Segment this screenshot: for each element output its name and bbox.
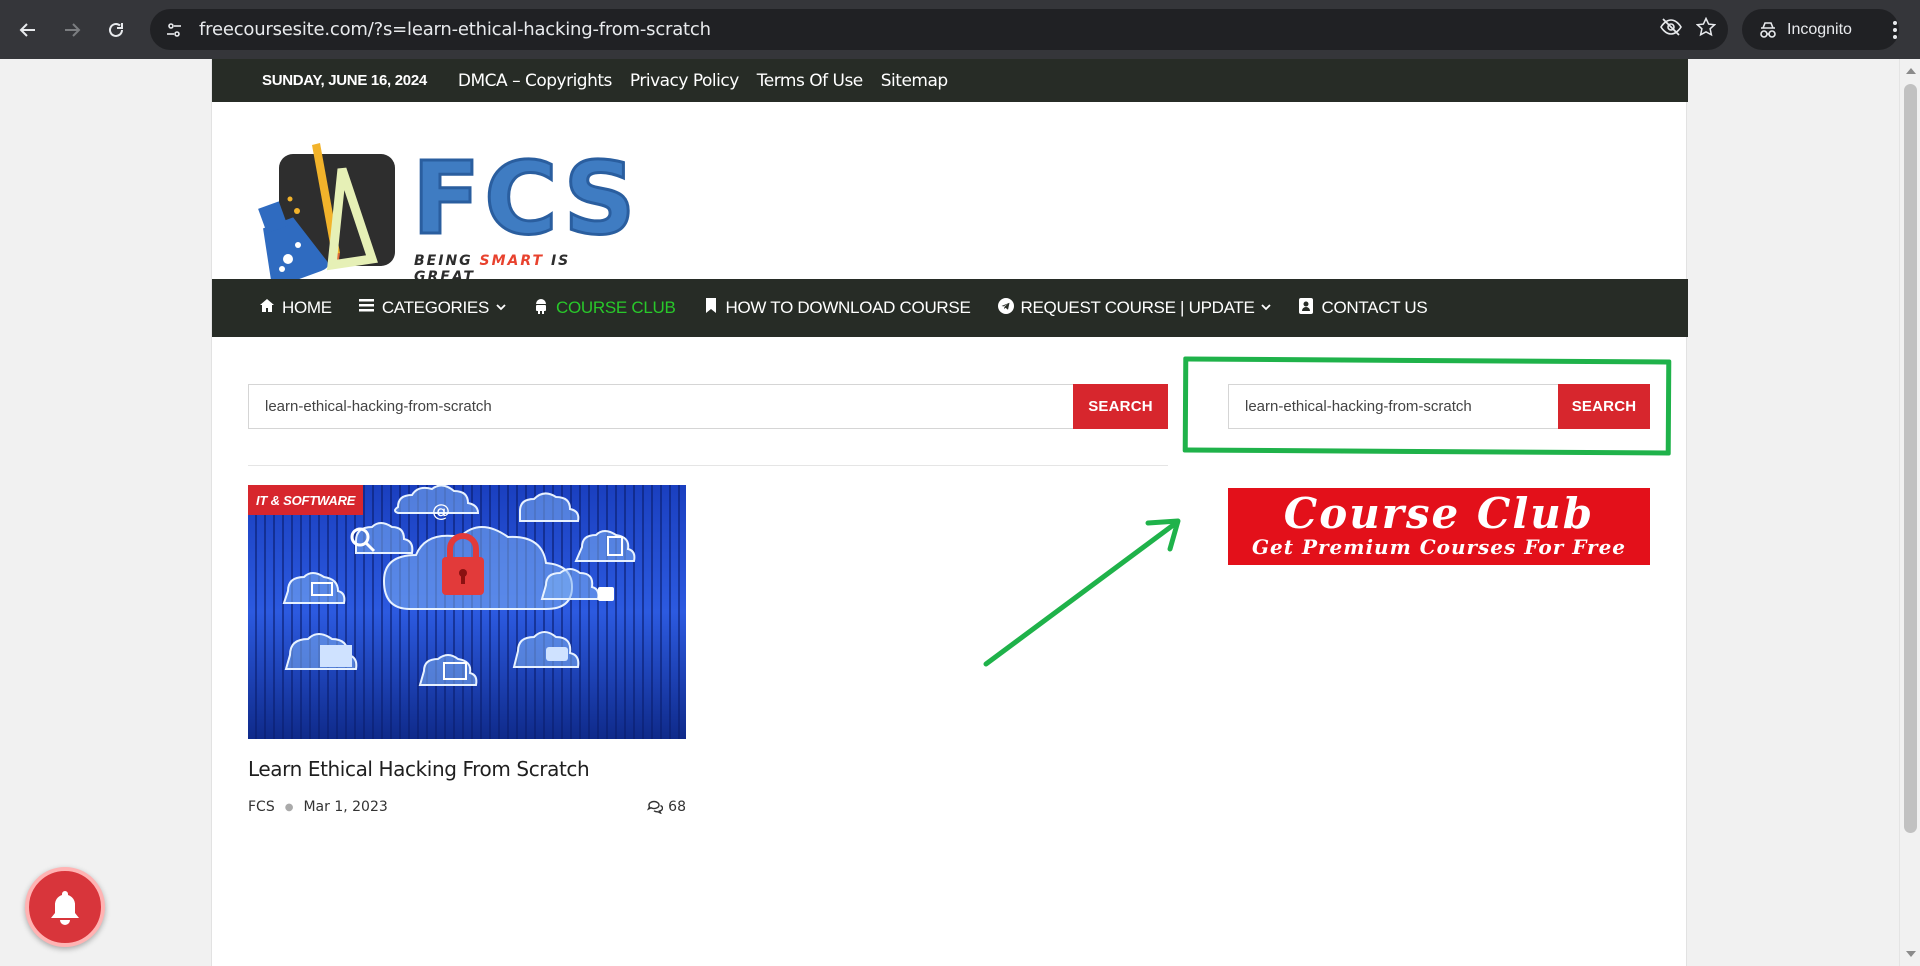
telegram-icon [997, 297, 1014, 319]
topbar-link-dmca[interactable]: DMCA – Copyrights [458, 71, 613, 91]
course-club-banner[interactable]: Course Club Get Premium Courses For Free [1228, 488, 1650, 565]
more-vert-icon [1893, 20, 1897, 39]
site-logo[interactable]: FCS BEING SMART IS GREAT [254, 129, 637, 285]
browser-menu-button[interactable] [1880, 9, 1910, 50]
nav-item-request-course[interactable]: REQUEST COURSE | UPDATE [997, 297, 1272, 319]
post-thumbnail[interactable]: @ [248, 485, 686, 739]
browser-toolbar: freecoursesite.com/?s=learn-ethical-hack… [0, 0, 1920, 59]
post-meta: FCS ● Mar 1, 2023 68 [248, 797, 686, 817]
tagline-highlight: SMART [479, 253, 545, 269]
meta-separator-icon: ● [284, 801, 294, 813]
annotation-highlight-box [1182, 356, 1672, 456]
top-bar: SUNDAY, JUNE 16, 2024 DMCA – Copyrights … [212, 59, 1688, 102]
url-text[interactable]: freecoursesite.com/?s=learn-ethical-hack… [199, 19, 711, 40]
incognito-indicator[interactable]: Incognito [1742, 9, 1899, 50]
scroll-down-arrow-icon[interactable] [1906, 951, 1916, 957]
nav-label-how-to-download: HOW TO DOWNLOAD COURSE [725, 298, 971, 317]
back-arrow-icon [19, 22, 35, 37]
science-tools-icon [258, 143, 378, 279]
incognito-icon [1760, 21, 1776, 38]
nav-label-course-club: COURSE CLUB [556, 298, 676, 317]
chevron-down-icon [1261, 303, 1272, 314]
incognito-label: Incognito [1787, 20, 1852, 38]
svg-text:@: @ [432, 501, 450, 522]
cloud-security-image: @ [248, 485, 686, 739]
post-comments[interactable]: 68 [647, 799, 686, 815]
topbar-link-terms[interactable]: Terms Of Use [757, 71, 864, 91]
banner-title: Course Club [1283, 488, 1595, 538]
page-container: SUNDAY, JUNE 16, 2024 DMCA – Copyrights … [211, 59, 1688, 966]
android-icon [533, 298, 549, 319]
main-search-button[interactable]: SEARCH [1073, 384, 1168, 429]
site-info-button[interactable] [159, 15, 189, 45]
chevron-down-icon [496, 303, 506, 314]
banner-subtitle: Get Premium Courses For Free [1251, 534, 1627, 559]
scroll-thumb[interactable] [1904, 84, 1917, 833]
address-bar[interactable]: freecoursesite.com/?s=learn-ethical-hack… [150, 9, 1728, 50]
nav-label-contact: CONTACT US [1321, 298, 1428, 317]
bell-icon [51, 891, 79, 925]
topbar-link-sitemap[interactable]: Sitemap [881, 71, 948, 91]
bookmark-icon [703, 298, 719, 318]
back-button[interactable] [6, 8, 50, 52]
post-category-badge[interactable]: IT & SOFTWARE [248, 485, 364, 515]
nav-label-categories: CATEGORIES [381, 298, 490, 317]
logo-wordmark: FCS [411, 140, 640, 257]
nav-item-course-club[interactable]: COURSE CLUB [533, 298, 676, 319]
eye-off-icon[interactable] [1660, 17, 1682, 42]
nav-item-contact[interactable]: CONTACT US [1298, 297, 1428, 319]
nav-item-home[interactable]: HOME [259, 298, 332, 318]
reload-button[interactable] [94, 8, 138, 52]
contact-icon [1298, 297, 1314, 319]
scroll-up-arrow-icon[interactable] [1906, 68, 1916, 74]
post-author[interactable]: FCS [248, 799, 275, 815]
reload-icon [109, 22, 123, 37]
main-navigation: HOME CATEGORIES COURSE CLUB HOW TO DOWNL… [212, 279, 1688, 337]
tune-icon [167, 22, 181, 37]
main-search-form: SEARCH [248, 384, 1168, 429]
annotation-arrow-icon [983, 518, 1181, 667]
comments-icon [647, 800, 664, 814]
home-icon [259, 298, 275, 318]
tagline-part-1: BEING [414, 253, 480, 269]
post-date: Mar 1, 2023 [303, 799, 388, 815]
nav-label-home: HOME [282, 298, 332, 317]
menu-icon [359, 299, 375, 317]
comment-count: 68 [668, 799, 686, 815]
page-scrollbar[interactable] [1899, 59, 1920, 966]
forward-arrow-icon [65, 22, 81, 37]
main-search-input[interactable] [248, 384, 1073, 429]
nav-item-categories[interactable]: CATEGORIES [359, 298, 506, 318]
notification-bell-button[interactable] [25, 867, 105, 947]
nav-label-request-course: REQUEST COURSE | UPDATE [1020, 298, 1255, 317]
current-date: SUNDAY, JUNE 16, 2024 [262, 72, 427, 89]
nav-item-how-to-download[interactable]: HOW TO DOWNLOAD COURSE [703, 298, 971, 318]
bookmark-star-icon[interactable] [1695, 16, 1717, 43]
forward-button[interactable] [50, 8, 94, 52]
topbar-link-privacy[interactable]: Privacy Policy [630, 71, 739, 91]
post-title[interactable]: Learn Ethical Hacking From Scratch [248, 757, 590, 781]
